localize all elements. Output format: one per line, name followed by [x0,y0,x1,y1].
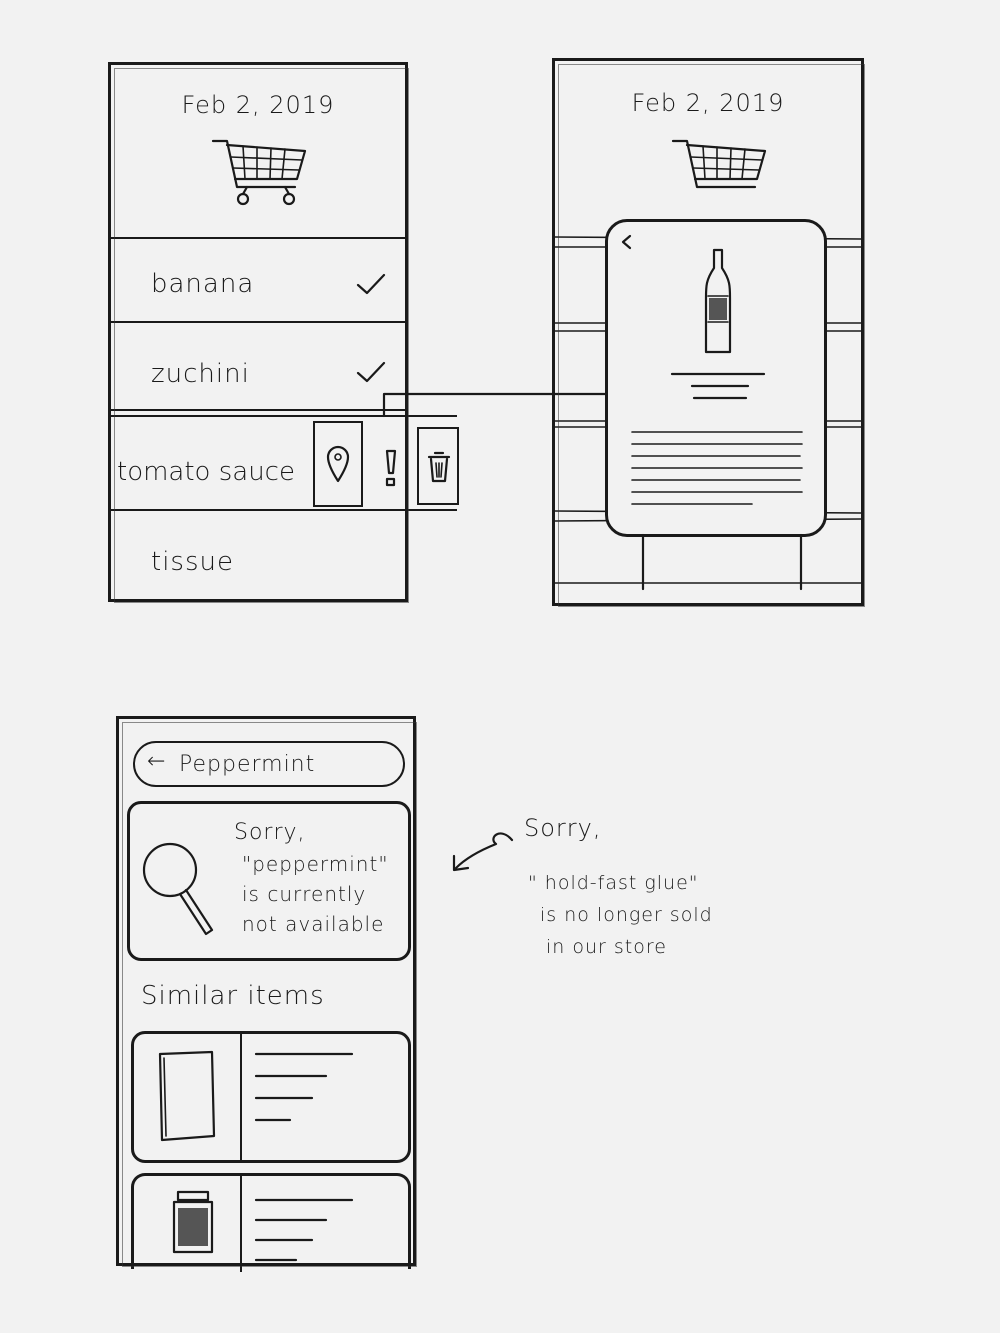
location-button[interactable] [313,421,363,507]
check-icon[interactable] [356,273,386,301]
not-available-notice: Sorry, "peppermint" is currently not ava… [127,801,411,961]
item-label: tomato sauce [117,457,295,487]
location-pin-icon [326,445,350,483]
annotation-line: is no longer sold [540,904,713,926]
delete-button[interactable] [417,427,459,505]
list-item[interactable]: tissue [111,515,405,599]
notice-line: Sorry, [234,820,306,845]
similar-items-heading: Similar items [141,981,325,1011]
annotation-line: in our store [546,936,667,958]
list-item-swiped[interactable]: tomato sauce [111,415,459,511]
shopping-cart-icon [671,135,771,215]
title-line [670,372,772,406]
annotation-line: " hold-fast glue" [528,872,699,894]
notice-line: not available [242,912,385,936]
package-icon [154,1050,224,1150]
screen-search-results: ← Peppermint Sorry, "peppermint" is curr… [116,716,417,1272]
search-bar[interactable]: ← Peppermint [133,741,405,787]
search-query: Peppermint [179,752,316,777]
card-text-lines [254,1052,366,1136]
notice-line: "peppermint" [242,852,389,876]
card-text-lines [254,1198,366,1272]
trash-icon [427,451,451,483]
annotation-arrow [448,826,518,880]
annotation-line: Sorry, [524,814,602,842]
alert-icon [385,449,397,487]
arrow-left-icon[interactable]: ← [147,749,166,774]
jar-icon [168,1190,218,1260]
item-label: banana [151,269,255,299]
screen-shopping-list: Feb 2, 2019 banana zuchini tomato sauce [108,62,459,603]
shopping-cart-icon [211,135,311,215]
list-date: Feb 2, 2019 [631,89,785,117]
chevron-left-icon[interactable] [620,234,634,254]
description-lines [631,430,812,524]
list-item[interactable]: zuchini [111,323,405,411]
item-label: zuchini [151,359,250,389]
list-date: Feb 2, 2019 [181,91,335,119]
popup-pointer-lines [635,533,815,597]
similar-item-card[interactable] [131,1031,411,1163]
report-button[interactable] [369,421,411,507]
card-divider [240,1034,242,1160]
similar-item-card[interactable] [131,1173,411,1272]
magnifier-icon [140,840,220,944]
bottle-icon [700,246,736,362]
item-popup[interactable] [605,219,827,537]
list-item[interactable]: banana [111,239,405,323]
card-divider [240,1176,242,1272]
item-label: tissue [151,547,234,577]
notice-line: is currently [242,882,367,906]
check-icon[interactable] [356,361,386,389]
screen-item-detail: Feb 2, 2019 [552,58,865,607]
